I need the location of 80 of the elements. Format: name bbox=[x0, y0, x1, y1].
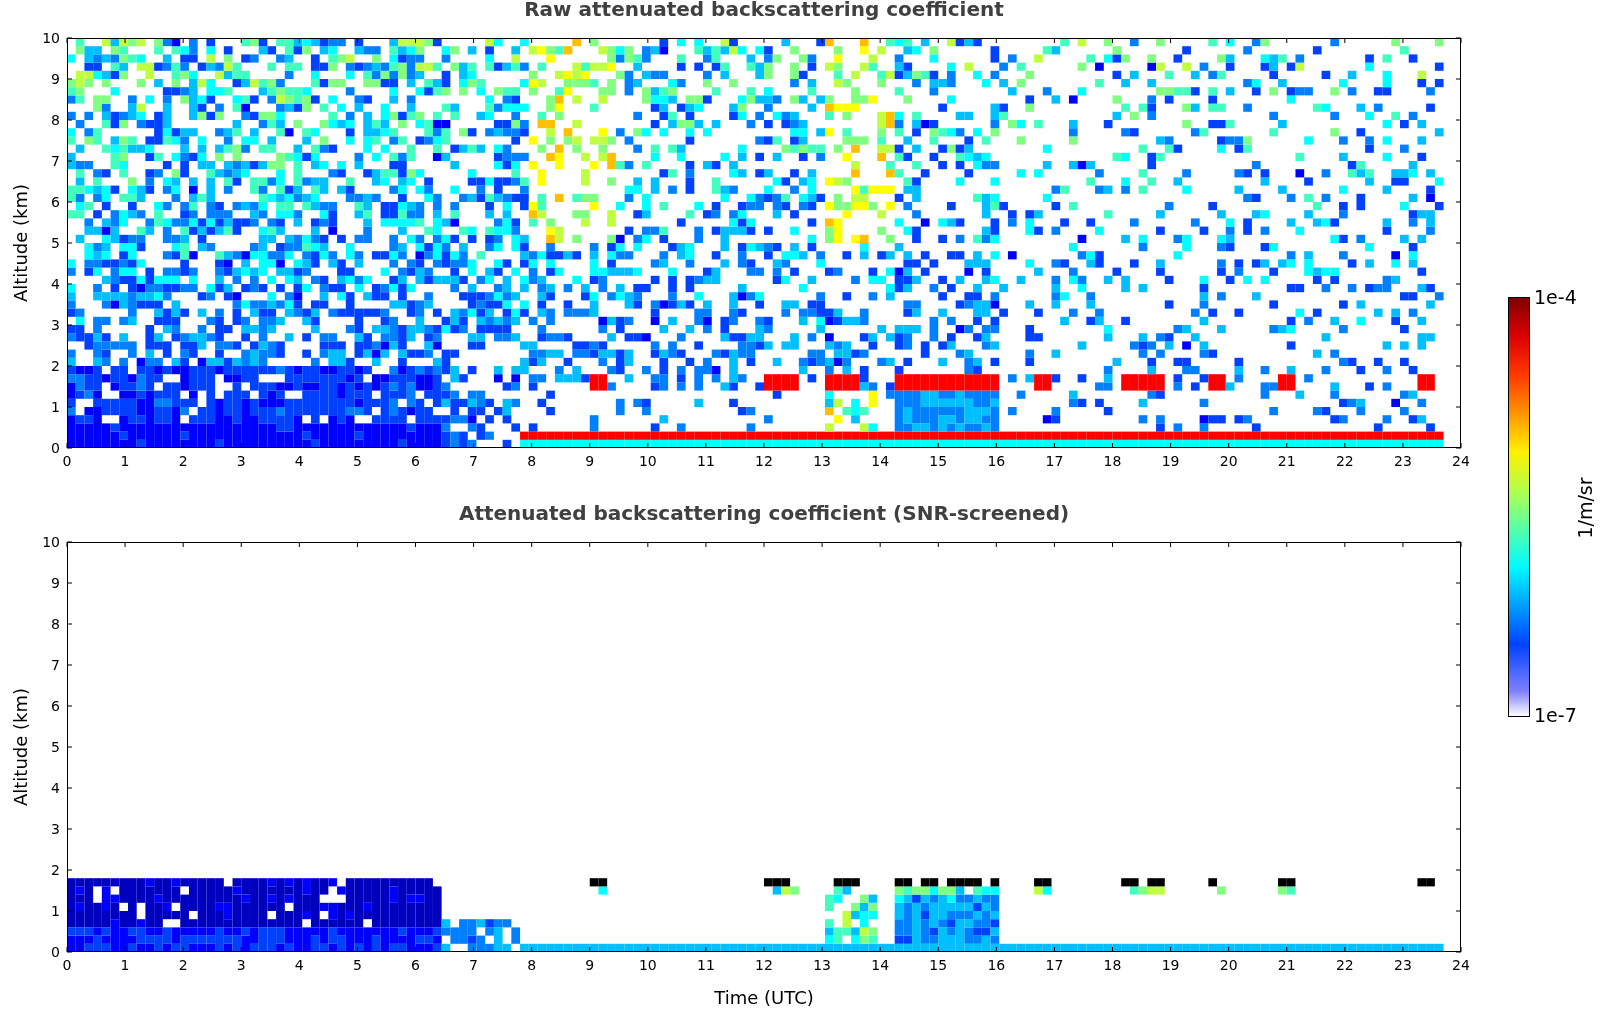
tick-label: 15 bbox=[929, 957, 948, 973]
axis-label: Altitude (km) bbox=[10, 183, 31, 303]
tick-label: 13 bbox=[813, 957, 831, 973]
tick-label: 5 bbox=[51, 235, 60, 251]
tick-label: 22 bbox=[1335, 957, 1354, 973]
tick-label: 6 bbox=[411, 957, 420, 973]
tick-label: 3 bbox=[51, 317, 60, 333]
tick-label: 7 bbox=[51, 153, 60, 169]
tick-label: 15 bbox=[929, 453, 948, 469]
tick-label: 2 bbox=[178, 957, 188, 973]
tick-label: 23 bbox=[1394, 957, 1412, 973]
tick-label: 1 bbox=[51, 903, 60, 919]
tick-label: 21 bbox=[1277, 957, 1296, 973]
tick-label: 10 bbox=[638, 957, 657, 973]
tick-label: 14 bbox=[871, 453, 890, 469]
tick-label: 6 bbox=[51, 698, 60, 714]
tick-label: 1 bbox=[120, 957, 130, 973]
tick-label: 17 bbox=[1045, 957, 1064, 973]
tick-label: 1 bbox=[51, 399, 60, 415]
tick-label: 8 bbox=[527, 453, 537, 469]
tick-label: 16 bbox=[987, 453, 1006, 469]
tick-label: 3 bbox=[236, 957, 246, 973]
tick-label: 21 bbox=[1277, 453, 1296, 469]
tick-label: 23 bbox=[1394, 453, 1412, 469]
tick-label: 9 bbox=[51, 575, 60, 591]
tick-label: 20 bbox=[1219, 453, 1238, 469]
tick-label: 13 bbox=[813, 453, 831, 469]
tick-label: 4 bbox=[51, 780, 60, 796]
tick-label: 6 bbox=[51, 194, 60, 210]
tick-label: 2 bbox=[51, 862, 60, 878]
tick-label: 2 bbox=[178, 453, 188, 469]
tick-label: 8 bbox=[51, 616, 60, 632]
tick-label: 18 bbox=[1103, 957, 1122, 973]
tick-label: 18 bbox=[1103, 453, 1122, 469]
tick-label: 0 bbox=[62, 453, 72, 469]
tick-label: 5 bbox=[352, 957, 362, 973]
axis-label: Altitude (km) bbox=[10, 687, 31, 807]
tick-label: 4 bbox=[294, 453, 304, 469]
tick-label: 12 bbox=[755, 453, 773, 469]
tick-label: 24 bbox=[1452, 957, 1470, 973]
tick-label: 10 bbox=[42, 534, 60, 550]
tick-label: 7 bbox=[469, 453, 479, 469]
tick-label: 22 bbox=[1335, 453, 1354, 469]
tick-label: 24 bbox=[1452, 453, 1470, 469]
tick-label: 8 bbox=[527, 957, 537, 973]
tick-label: 16 bbox=[987, 957, 1006, 973]
tick-label: 7 bbox=[469, 957, 479, 973]
colorbar-label: 1e-4 bbox=[1534, 290, 1577, 308]
tick-label: 5 bbox=[352, 453, 362, 469]
tick-label: 11 bbox=[697, 453, 715, 469]
chart-title: Attenuated backscattering coefficient (SNR-screened) bbox=[458, 500, 1070, 527]
tick-label: 10 bbox=[638, 453, 657, 469]
tick-label: 10 bbox=[42, 30, 60, 46]
tick-label: 0 bbox=[51, 944, 60, 960]
tick-label: 19 bbox=[1161, 453, 1180, 469]
tick-label: 0 bbox=[51, 440, 60, 456]
colorbar-label: 1e-7 bbox=[1534, 704, 1577, 726]
tick-label: 0 bbox=[62, 957, 72, 973]
tick-label: 4 bbox=[51, 276, 60, 292]
tick-label: 1 bbox=[120, 453, 130, 469]
tick-label: 11 bbox=[697, 957, 715, 973]
tick-label: 20 bbox=[1219, 957, 1238, 973]
tick-label: 9 bbox=[51, 71, 60, 87]
axis-label: Time (UTC) bbox=[714, 987, 814, 1008]
tick-label: 12 bbox=[755, 957, 773, 973]
tick-label: 4 bbox=[294, 957, 304, 973]
tick-label: 9 bbox=[585, 453, 595, 469]
tick-label: 2 bbox=[51, 358, 60, 374]
tick-label: 6 bbox=[411, 453, 420, 469]
tick-label: 5 bbox=[51, 739, 60, 755]
tick-label: 7 bbox=[51, 657, 60, 673]
tick-label: 9 bbox=[585, 957, 595, 973]
tick-label: 17 bbox=[1045, 453, 1064, 469]
chart-title: Raw attenuated backscattering coefficient bbox=[524, 0, 1004, 23]
tick-label: 3 bbox=[51, 821, 60, 837]
tick-label: 3 bbox=[236, 453, 246, 469]
tick-label: 14 bbox=[871, 957, 890, 973]
tick-label: 8 bbox=[51, 112, 60, 128]
colorbar-unit: 1/m/sr bbox=[1574, 477, 1596, 539]
tick-label: 19 bbox=[1161, 957, 1180, 973]
